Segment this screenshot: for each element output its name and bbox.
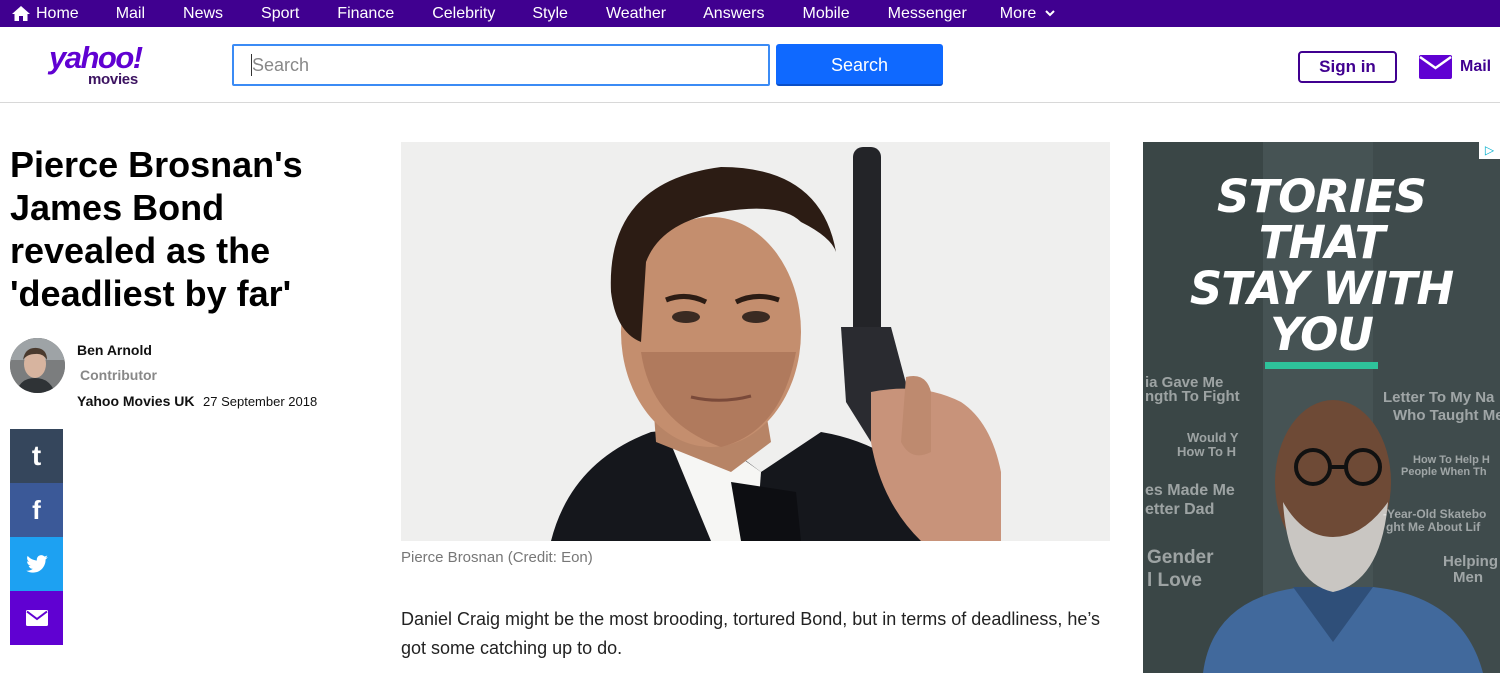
ad-bg-text: es Made Me: [1145, 482, 1235, 499]
ad-headline-line: THAT: [1258, 216, 1386, 269]
author-avatar[interactable]: [10, 338, 65, 393]
author-name[interactable]: Ben Arnold: [77, 342, 152, 358]
logo-subbrand: movies: [88, 71, 138, 88]
ad-bg-text: etter Dad: [1145, 501, 1215, 518]
nav-item-mobile[interactable]: Mobile: [802, 0, 849, 27]
nav-more[interactable]: More: [1000, 0, 1055, 27]
share-email-button[interactable]: [10, 591, 63, 645]
avatar-portrait: [10, 338, 65, 393]
share-rail: t f: [10, 429, 63, 645]
sign-in-button[interactable]: Sign in: [1298, 51, 1397, 83]
nav-home[interactable]: Home: [12, 0, 79, 27]
twitter-icon: [25, 555, 48, 573]
advertisement[interactable]: ia Gave Me ngth To Fight Would Y How To …: [1143, 142, 1500, 673]
nav-home-label: Home: [36, 5, 79, 22]
mail-icon: [1419, 55, 1452, 79]
share-twitter-button[interactable]: [10, 537, 63, 591]
article-date: 27 September 2018: [203, 394, 318, 409]
article-source[interactable]: Yahoo Movies UK: [77, 393, 194, 409]
image-caption: Pierce Brosnan (Credit: Eon): [401, 549, 593, 566]
ad-bg-text: ngth To Fight: [1145, 388, 1240, 405]
ad-headline-line: YOU: [1270, 308, 1374, 361]
search-button[interactable]: Search: [776, 44, 943, 86]
author-role: Contributor: [80, 367, 157, 383]
ad-bg-text: Letter To My Na: [1383, 389, 1495, 406]
ad-accent-bar: [1265, 362, 1378, 369]
nav-item-celebrity[interactable]: Celebrity: [432, 0, 495, 27]
tumblr-icon: t: [31, 440, 42, 471]
ad-bg-text: Gender: [1147, 547, 1214, 568]
share-facebook-button[interactable]: f: [10, 483, 63, 537]
article-headline: Pierce Brosnan's James Bond revealed as …: [10, 144, 303, 314]
logo-wordmark: yahoo!: [49, 40, 143, 75]
nav-item-finance[interactable]: Finance: [337, 0, 394, 27]
ad-bg-text: Helping: [1443, 553, 1498, 570]
top-nav: Home Mail News Sport Finance Celebrity S…: [0, 0, 1500, 27]
search-placeholder: Search: [252, 55, 310, 75]
ad-headline-line: STAY WITH: [1189, 262, 1454, 315]
ad-bg-text: People When Th: [1401, 466, 1487, 478]
nav-item-answers[interactable]: Answers: [703, 0, 764, 27]
ad-bg-text: How To H: [1177, 444, 1236, 459]
search-input[interactable]: Search: [232, 44, 770, 86]
adchoices-icon[interactable]: ▷: [1479, 142, 1500, 159]
article-paragraph: Daniel Craig might be the most brooding,…: [401, 609, 1101, 658]
envelope-icon: [25, 610, 48, 626]
ad-bg-text: l Love: [1147, 570, 1202, 591]
mail-label: Mail: [1460, 58, 1492, 75]
ad-bg-text: Who Taught Me: [1393, 407, 1500, 424]
ad-headline: STORIES THAT STAY WITH YOU: [1143, 174, 1500, 358]
nav-more-label: More: [999, 5, 1037, 22]
home-icon: [12, 6, 30, 21]
ad-bg-text: ght Me About Lif: [1386, 520, 1481, 534]
mail-link[interactable]: Mail: [1419, 55, 1491, 79]
ad-bg-text: Men: [1453, 569, 1483, 586]
nav-item-sport[interactable]: Sport: [261, 0, 299, 27]
article-hero-image[interactable]: [401, 142, 1110, 541]
facebook-icon: f: [32, 494, 41, 525]
site-header: yahoo! movies Search Search Sign in Mail: [0, 27, 1500, 103]
text-caret: [251, 54, 252, 76]
ad-headline-line: STORIES: [1217, 170, 1427, 223]
nav-item-style[interactable]: Style: [532, 0, 568, 27]
chevron-down-icon: [1044, 10, 1055, 17]
nav-item-weather[interactable]: Weather: [606, 0, 666, 27]
nav-item-messenger[interactable]: Messenger: [888, 0, 967, 27]
nav-item-mail[interactable]: Mail: [116, 0, 145, 27]
yahoo-movies-logo[interactable]: yahoo! movies: [49, 40, 164, 92]
share-tumblr-button[interactable]: t: [10, 429, 63, 483]
hero-illustration: [401, 142, 1110, 541]
nav-item-news[interactable]: News: [183, 0, 223, 27]
